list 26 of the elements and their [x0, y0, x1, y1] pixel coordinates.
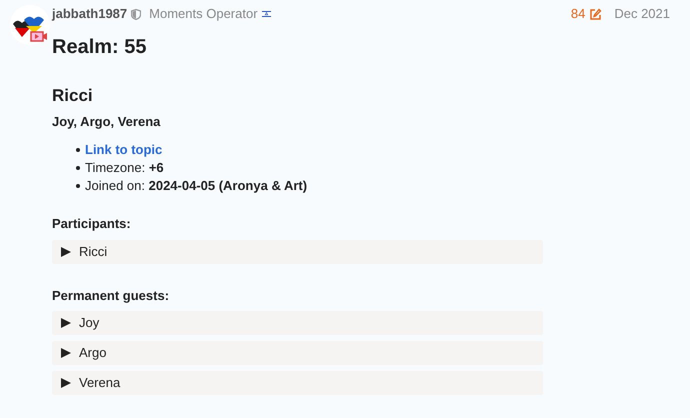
collapsible-item[interactable]: Joy — [52, 311, 543, 335]
collapsible-item[interactable]: Ricci — [52, 240, 543, 264]
member-names: Joy, Argo, Verena — [52, 112, 162, 131]
triangle-right-icon — [61, 246, 71, 256]
topic-link[interactable]: Link to topic — [85, 140, 162, 160]
info-text: Joined on: 2024-04-05 (Aronya & Art) — [85, 177, 308, 196]
post-title: Realm: 55 — [52, 35, 148, 60]
triangle-right-icon — [61, 318, 71, 328]
section-label: Participants: — [52, 215, 132, 233]
section-label: Permanent guests: — [52, 286, 170, 305]
section-heading: Ricci — [52, 85, 94, 107]
like-count: 84 — [570, 5, 586, 24]
collapsible-item[interactable]: Verena — [52, 371, 543, 395]
flag-icon — [262, 10, 271, 18]
shield-icon — [131, 8, 142, 20]
triangle-right-icon — [61, 378, 71, 388]
bullet-dot — [76, 166, 80, 170]
collapsible-item[interactable]: Argo — [52, 341, 543, 365]
username[interactable]: jabbath1987 — [52, 4, 128, 24]
bullet-dot — [76, 148, 80, 152]
triangle-right-icon — [61, 348, 71, 358]
avatar[interactable] — [10, 5, 50, 45]
bullet-dot — [76, 184, 80, 188]
edit-icon[interactable] — [589, 8, 602, 20]
info-text: Timezone: +6 — [85, 159, 164, 178]
user-title: Moments Operator — [149, 5, 258, 24]
